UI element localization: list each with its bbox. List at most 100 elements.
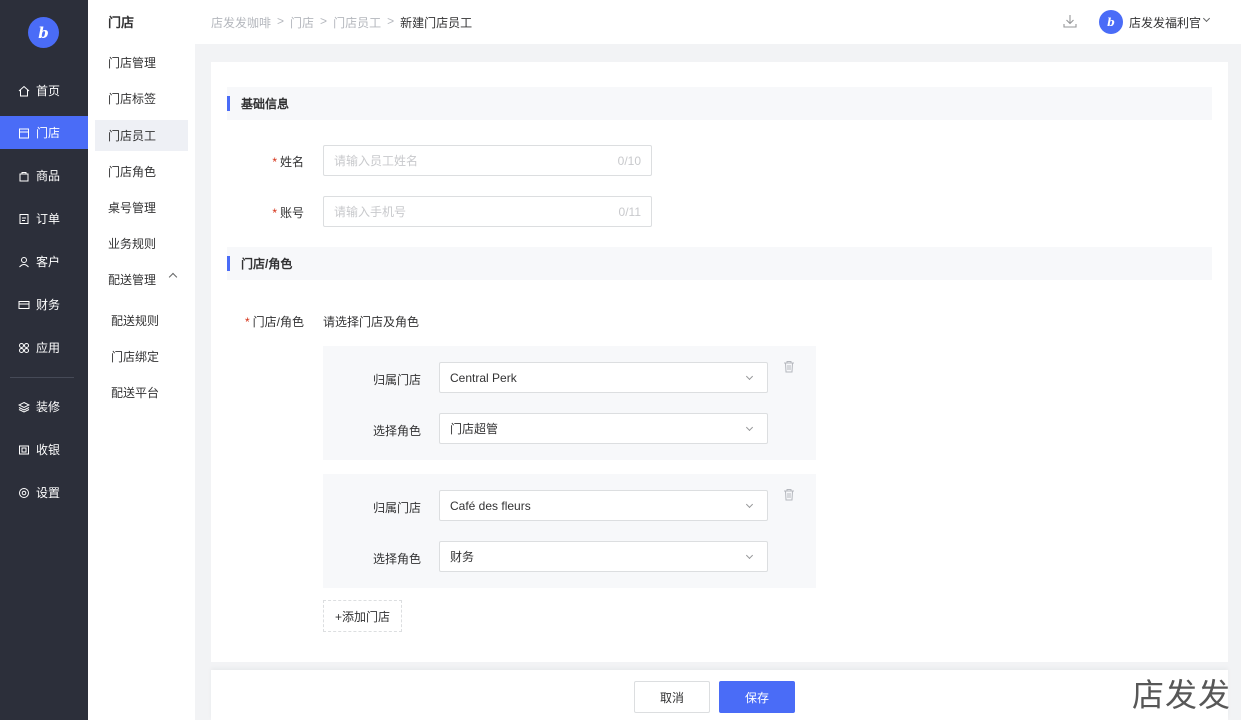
store-select-label: 归属门店 [372, 501, 421, 515]
store-role-group: 归属门店 Central Perk 选择角色 门店超管 [323, 346, 816, 460]
chevron-down-icon[interactable] [1202, 14, 1211, 23]
nav-label: 首页 [36, 84, 61, 98]
sub-nav: 门店 门店管理 门店标签 门店员工 门店角色 桌号管理 业务规则 配送管理 配送… [88, 0, 195, 720]
nav-divider [10, 377, 74, 378]
role-select-value: 财务 [450, 550, 475, 564]
nav-label: 收银 [36, 443, 61, 457]
form-footer: 取消 保存 [211, 670, 1228, 720]
top-header: 店发发咖啡 > 门店 > 门店员工 > 新建门店员工 b 店发发福利官 [195, 0, 1241, 44]
chevron-up-icon [168, 272, 178, 282]
add-store-button[interactable]: +添加门店 [323, 600, 402, 632]
chevron-down-icon [745, 551, 754, 560]
store-role-label-text: 门店/角色 [252, 315, 304, 329]
store-select-value: Central Perk [450, 370, 517, 385]
store-role-hint: 请选择门店及角色 [323, 315, 420, 329]
breadcrumb-item[interactable]: 门店 [290, 14, 314, 31]
sub-item-delivery-platform[interactable]: 配送平台 [95, 377, 188, 408]
breadcrumb-separator: > [277, 14, 285, 28]
sub-item-delivery-rules[interactable]: 配送规则 [95, 305, 188, 336]
watermark: 店发发 [1131, 676, 1231, 714]
nav-item-order[interactable]: 订单 [0, 202, 88, 235]
home-icon [18, 85, 30, 97]
settings-icon [18, 487, 30, 499]
breadcrumb-separator: > [320, 14, 328, 28]
nav-item-apps[interactable]: 应用 [0, 331, 88, 364]
chevron-down-icon [745, 423, 754, 432]
breadcrumb-current: 新建门店员工 [400, 16, 473, 30]
chevron-down-icon [745, 500, 754, 509]
nav-label: 财务 [36, 298, 61, 312]
nav-item-finance[interactable]: 财务 [0, 288, 88, 321]
sub-item-business-rules[interactable]: 业务规则 [95, 228, 188, 259]
bag-icon [18, 170, 30, 182]
main-nav: b 首页 门店 商品 订单 客户 财务 应用 装修 收银 设置 [0, 0, 88, 720]
name-placeholder: 请输入员工姓名 [334, 154, 419, 168]
nav-item-decorate[interactable]: 装修 [0, 390, 88, 423]
nav-label: 商品 [36, 169, 61, 183]
cashier-icon [18, 444, 30, 456]
store-select[interactable]: Central Perk [439, 362, 768, 393]
trash-icon[interactable] [783, 488, 795, 501]
nav-label: 装修 [36, 400, 61, 414]
store-role-label: * 门店/角色 [231, 313, 304, 330]
layers-icon [17, 401, 31, 413]
breadcrumb-item[interactable]: 店发发咖啡 [211, 14, 271, 31]
avatar[interactable]: b [1099, 10, 1123, 34]
sub-item-store-staff[interactable]: 门店员工 [95, 120, 188, 151]
section-store-role: 门店/角色 [227, 247, 1212, 280]
store-icon [18, 127, 30, 139]
sub-item-delivery[interactable]: 配送管理 [95, 264, 188, 295]
nav-item-settings[interactable]: 设置 [0, 476, 88, 509]
store-select-label: 归属门店 [372, 373, 421, 387]
nav-item-goods[interactable]: 商品 [0, 159, 88, 192]
user-icon [18, 256, 30, 268]
order-icon [18, 213, 30, 225]
nav-item-store[interactable]: 门店 [0, 116, 88, 149]
sub-item-store-roles[interactable]: 门店角色 [95, 156, 188, 187]
store-role-group: 归属门店 Café des fleurs 选择角色 财务 [323, 474, 816, 588]
sub-item-store-binding[interactable]: 门店绑定 [95, 341, 188, 372]
save-button[interactable]: 保存 [719, 681, 795, 713]
sub-item-store-manage[interactable]: 门店管理 [95, 47, 188, 78]
form-card: 基础信息 * 姓名 请输入员工姓名 0/10 * 账号 请输入手机号 0/11 门店… [211, 62, 1228, 662]
nav-item-customer[interactable]: 客户 [0, 245, 88, 278]
name-label: * 姓名 [251, 153, 304, 170]
account-label: * 账号 [251, 204, 304, 221]
store-select-value: Café des fleurs [450, 498, 531, 513]
account-field[interactable]: 请输入手机号 0/11 [323, 196, 652, 227]
card-icon [18, 299, 30, 311]
account-label-text: 账号 [279, 206, 304, 220]
nav-item-home[interactable]: 首页 [0, 74, 88, 107]
role-select-value: 门店超管 [450, 422, 499, 436]
app-logo[interactable]: b [28, 17, 59, 48]
name-field[interactable]: 请输入员工姓名 0/10 [323, 145, 652, 176]
section-basic-info: 基础信息 [227, 87, 1212, 120]
nav-label: 门店 [36, 126, 61, 140]
name-char-count: 0/10 [617, 153, 641, 168]
breadcrumb-item[interactable]: 门店员工 [333, 14, 381, 31]
role-select[interactable]: 门店超管 [439, 413, 768, 444]
breadcrumb: 店发发咖啡 > 门店 > 门店员工 > 新建门店员工 [211, 14, 478, 31]
role-select-label: 选择角色 [372, 552, 421, 566]
cancel-button[interactable]: 取消 [634, 681, 710, 713]
download-icon[interactable] [1062, 13, 1078, 29]
chevron-down-icon [745, 372, 754, 381]
sub-item-store-tags[interactable]: 门店标签 [95, 83, 188, 114]
apps-icon [18, 342, 30, 354]
logo-mark: b [38, 23, 49, 42]
store-select[interactable]: Café des fleurs [439, 490, 768, 521]
required-mark: * [272, 155, 277, 169]
breadcrumb-separator: > [387, 14, 395, 28]
role-select[interactable]: 财务 [439, 541, 768, 572]
required-mark: * [244, 315, 250, 329]
sub-nav-title: 门店 [108, 15, 135, 30]
sub-item-table-numbers[interactable]: 桌号管理 [95, 192, 188, 223]
account-char-count: 0/11 [618, 204, 641, 219]
trash-icon[interactable] [783, 360, 795, 373]
nav-item-cashier[interactable]: 收银 [0, 433, 88, 466]
nav-label: 应用 [36, 341, 61, 355]
user-name[interactable]: 店发发福利官 [1129, 14, 1201, 31]
account-placeholder: 请输入手机号 [334, 205, 407, 219]
nav-label: 客户 [36, 255, 61, 269]
nav-label: 订单 [36, 212, 61, 226]
